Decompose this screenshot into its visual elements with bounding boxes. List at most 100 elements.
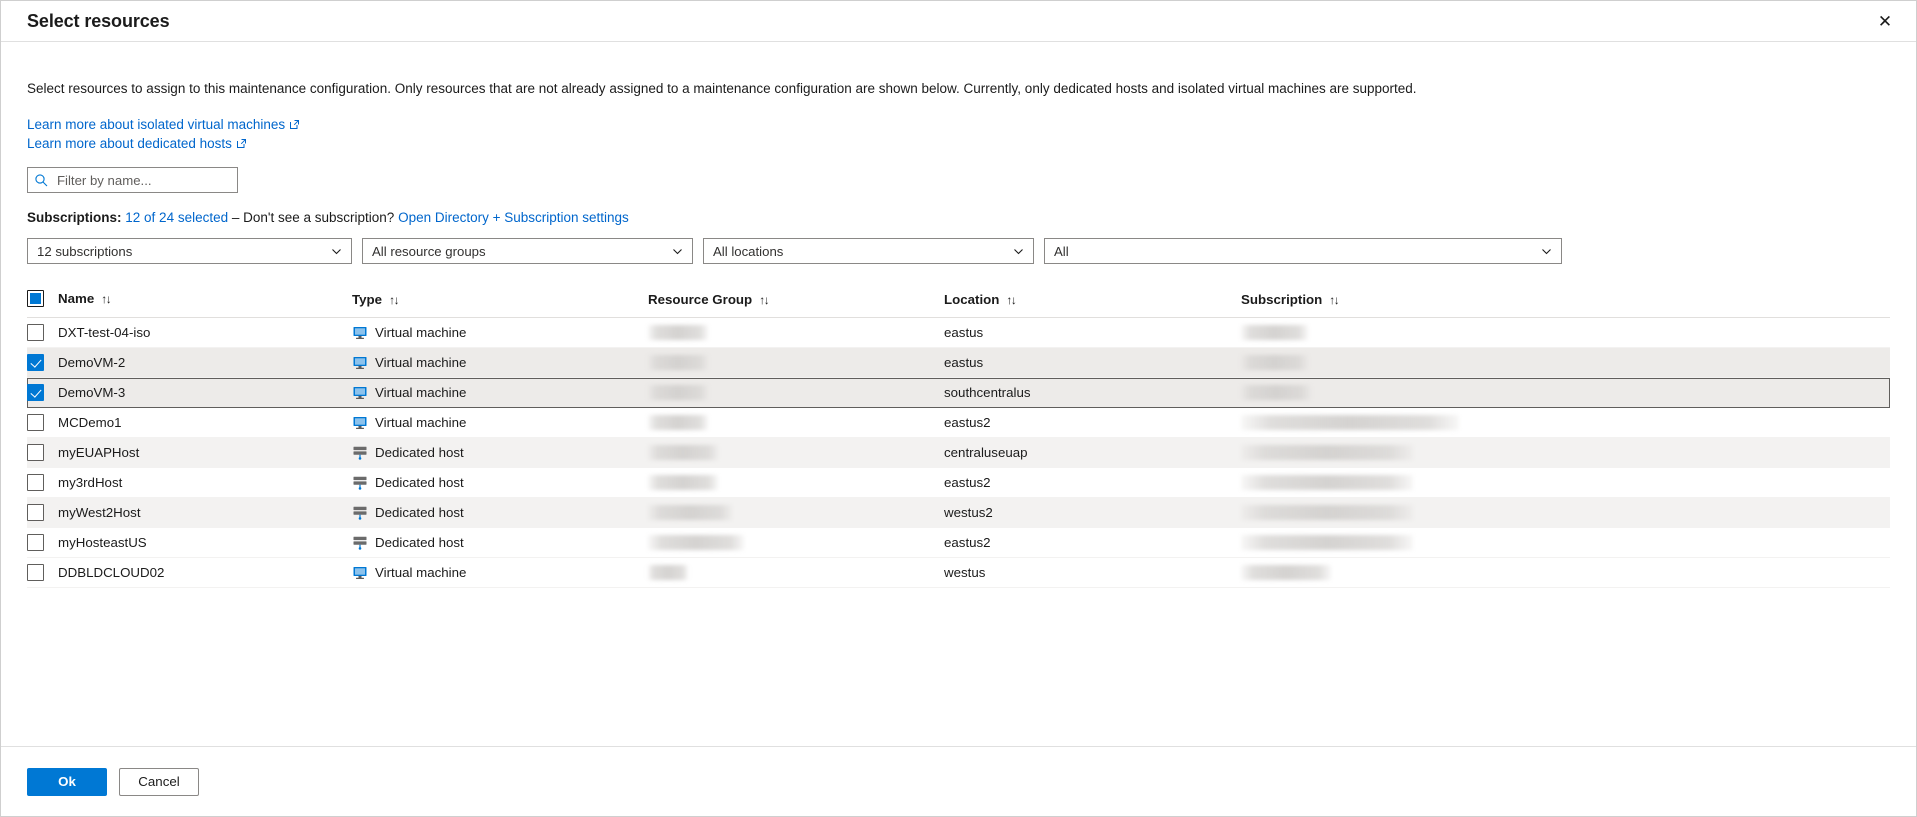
location-filter-dropdown[interactable]: All locations bbox=[703, 238, 1034, 265]
dedicated-host-icon bbox=[352, 505, 368, 521]
resource-name: myHosteastUS bbox=[58, 535, 147, 551]
row-checkbox[interactable] bbox=[27, 324, 44, 342]
cell-location: westus bbox=[944, 558, 1241, 588]
redacted-resource-group bbox=[648, 565, 688, 581]
learn-more-links: Learn more about isolated virtual machin… bbox=[27, 115, 1890, 153]
row-checkbox[interactable] bbox=[27, 474, 44, 492]
chevron-down-icon bbox=[671, 245, 684, 258]
cell-resource-group bbox=[648, 528, 944, 558]
table-row[interactable]: DemoVM-2 Virtual machine eastus bbox=[27, 347, 1890, 378]
table-row[interactable]: myEUAPHost Dedicated host centraluseuap bbox=[27, 437, 1890, 468]
sort-location-icon[interactable]: ↑↓ bbox=[1006, 293, 1017, 307]
cell-location: eastus2 bbox=[944, 528, 1241, 558]
learn-more-isolated-vms-link[interactable]: Learn more about isolated virtual machin… bbox=[27, 115, 285, 134]
table-row[interactable]: MCDemo1 Virtual machine eastus2 bbox=[27, 408, 1890, 438]
cell-location: eastus2 bbox=[944, 408, 1241, 438]
cell-type: Virtual machine bbox=[352, 558, 648, 588]
cell-subscription bbox=[1241, 438, 1890, 468]
sort-type-icon[interactable]: ↑↓ bbox=[389, 293, 400, 307]
resource-location: eastus bbox=[944, 355, 984, 371]
cell-subscription bbox=[1241, 498, 1890, 528]
intro-text: Select resources to assign to this maint… bbox=[27, 81, 1417, 96]
learn-more-dedicated-hosts-link[interactable]: Learn more about dedicated hosts bbox=[27, 134, 232, 153]
cell-type: Virtual machine bbox=[352, 408, 648, 438]
virtual-machine-icon bbox=[352, 325, 368, 341]
resource-name: my3rdHost bbox=[58, 475, 123, 491]
cell-name: myEUAPHost bbox=[27, 438, 352, 468]
row-checkbox[interactable] bbox=[27, 354, 44, 372]
search-box[interactable] bbox=[27, 167, 238, 194]
column-header-subscription-label: Subscription bbox=[1241, 292, 1323, 308]
dialog-titlebar: Select resources ✕ bbox=[1, 1, 1916, 42]
cell-location: westus2 bbox=[944, 498, 1241, 528]
resources-table: Name ↑↓ Type ↑↓ Resource Group ↑↓ Locati… bbox=[27, 290, 1890, 588]
row-checkbox[interactable] bbox=[27, 564, 44, 582]
resource-name: DemoVM-3 bbox=[58, 385, 126, 401]
location-filter-value: All locations bbox=[713, 243, 784, 259]
cell-location: southcentralus bbox=[944, 378, 1241, 408]
resource-type: Dedicated host bbox=[375, 535, 464, 551]
resource-name: myEUAPHost bbox=[58, 445, 140, 461]
cancel-button[interactable]: Cancel bbox=[119, 767, 199, 796]
redacted-subscription bbox=[1241, 355, 1308, 371]
column-header-name: Name ↑↓ bbox=[27, 290, 352, 319]
sort-name-icon[interactable]: ↑↓ bbox=[101, 292, 112, 306]
resource-location: eastus bbox=[944, 325, 984, 341]
table-row[interactable]: myHosteastUS Dedicated host eastus2 bbox=[27, 528, 1890, 558]
sort-subscription-icon[interactable]: ↑↓ bbox=[1329, 293, 1340, 307]
type-filter-dropdown[interactable]: All bbox=[1044, 238, 1562, 265]
cell-type: Dedicated host bbox=[352, 468, 648, 498]
resource-type: Virtual machine bbox=[375, 565, 467, 581]
resource-type: Virtual machine bbox=[375, 355, 467, 371]
cell-name: DDBLDCLOUD02 bbox=[27, 558, 352, 588]
resource-type: Dedicated host bbox=[375, 505, 464, 521]
cell-name: DemoVM-2 bbox=[27, 348, 352, 378]
cell-subscription bbox=[1241, 378, 1890, 408]
resource-location: westus2 bbox=[944, 505, 993, 521]
filters-row: 12 subscriptions All resource groups All… bbox=[27, 238, 1890, 265]
table-row[interactable]: DXT-test-04-iso Virtual machine eastus bbox=[27, 318, 1890, 348]
search-input[interactable] bbox=[55, 171, 231, 189]
redacted-resource-group bbox=[648, 415, 708, 431]
close-icon[interactable]: ✕ bbox=[1868, 4, 1902, 38]
select-resources-dialog: Select resources ✕ Select resources to a… bbox=[0, 0, 1917, 817]
subscription-filter-dropdown[interactable]: 12 subscriptions bbox=[27, 238, 352, 265]
table-row[interactable]: my3rdHost Dedicated host eastus2 bbox=[27, 468, 1890, 498]
sort-resource-group-icon[interactable]: ↑↓ bbox=[759, 293, 770, 307]
redacted-resource-group bbox=[648, 325, 708, 341]
cell-location: eastus2 bbox=[944, 468, 1241, 498]
dialog-body: Select resources to assign to this maint… bbox=[1, 42, 1916, 746]
cell-name: DXT-test-04-iso bbox=[27, 318, 352, 348]
row-checkbox[interactable] bbox=[27, 384, 44, 402]
resource-location: westus bbox=[944, 565, 986, 581]
column-header-location: Location ↑↓ bbox=[944, 290, 1241, 319]
cell-location: centraluseuap bbox=[944, 438, 1241, 468]
cell-subscription bbox=[1241, 558, 1890, 588]
redacted-subscription bbox=[1241, 385, 1311, 401]
page-title: Select resources bbox=[27, 10, 170, 31]
redacted-subscription bbox=[1241, 325, 1308, 341]
redacted-resource-group bbox=[648, 475, 718, 491]
cell-name: my3rdHost bbox=[27, 468, 352, 498]
cell-type: Virtual machine bbox=[352, 378, 648, 408]
row-checkbox[interactable] bbox=[27, 444, 44, 462]
table-row[interactable]: myWest2Host Dedicated host westus2 bbox=[27, 497, 1890, 528]
table-row[interactable]: DDBLDCLOUD02 Virtual machine westus bbox=[27, 558, 1890, 588]
select-all-checkbox[interactable] bbox=[27, 290, 44, 308]
subscriptions-label: Subscriptions: bbox=[27, 210, 122, 226]
dedicated-host-icon bbox=[352, 535, 368, 551]
cell-type: Dedicated host bbox=[352, 438, 648, 468]
table-header-row: Name ↑↓ Type ↑↓ Resource Group ↑↓ Locati… bbox=[27, 290, 1890, 319]
virtual-machine-icon bbox=[352, 385, 368, 401]
chevron-down-icon bbox=[330, 245, 343, 258]
row-checkbox[interactable] bbox=[27, 414, 44, 432]
row-checkbox[interactable] bbox=[27, 534, 44, 552]
row-checkbox[interactable] bbox=[27, 504, 44, 522]
open-directory-subscription-settings-link[interactable]: Open Directory + Subscription settings bbox=[398, 210, 629, 225]
resource-group-filter-dropdown[interactable]: All resource groups bbox=[362, 238, 693, 265]
cell-resource-group bbox=[648, 348, 944, 378]
ok-button[interactable]: Ok bbox=[27, 767, 107, 796]
subscriptions-selected-link[interactable]: 12 of 24 selected bbox=[125, 210, 228, 225]
table-row[interactable]: DemoVM-3 Virtual machine southcentralus bbox=[27, 377, 1890, 408]
cell-resource-group bbox=[648, 558, 944, 588]
